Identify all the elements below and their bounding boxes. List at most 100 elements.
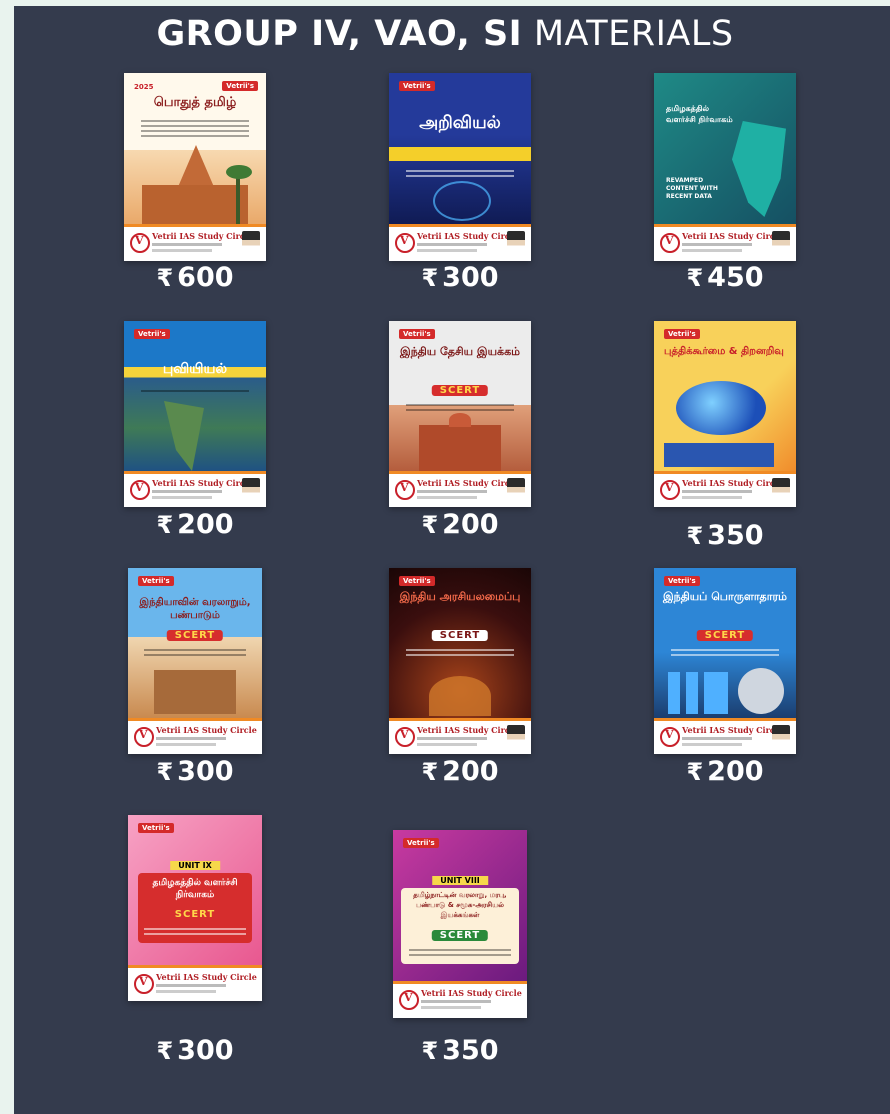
brand-badge: Vetrii's	[138, 576, 174, 586]
price-value: 300	[177, 756, 234, 787]
rupee-icon: ₹	[156, 758, 174, 786]
rupee-icon: ₹	[686, 264, 704, 292]
author-photo	[507, 231, 525, 258]
book-price: ₹350	[635, 520, 815, 551]
red-fort-illustration	[419, 425, 501, 473]
author-photo	[507, 477, 525, 504]
publisher-logo-icon	[134, 726, 154, 747]
bar-graph-illustration	[668, 672, 728, 714]
title-light: MATERIALS	[533, 14, 734, 54]
publisher-logo-icon	[395, 479, 415, 500]
book-title: இந்திய அரசியலமைப்பு	[399, 590, 521, 603]
india-map	[164, 401, 204, 471]
rupee-icon: ₹	[421, 511, 439, 539]
publisher-name: Vetrii IAS Study Circle	[152, 231, 253, 242]
book-cover-indhiya-thesiya-iyakkam[interactable]: Vetrii's இந்திய தேசிய இயக்கம் SCERT Vetr…	[389, 321, 531, 507]
unit-label: UNIT IX	[170, 861, 220, 870]
book-price: ₹200	[370, 756, 550, 787]
scert-tag: SCERT	[696, 630, 754, 641]
book-cover-puthikoormai[interactable]: Vetrii's புத்திக்கூர்மை & திறனறிவு Vetri…	[654, 321, 796, 507]
brand-badge: Vetrii's	[399, 576, 435, 586]
rupee-icon: ₹	[686, 522, 704, 550]
book-title: புவியியல்	[162, 361, 228, 377]
book-cover-ariviyal[interactable]: Vetrii's அறிவியல் Vetrii IAS Study Circl…	[389, 73, 531, 261]
brand-badge: Vetrii's	[403, 838, 439, 848]
brand-badge: Vetrii's	[664, 329, 700, 339]
publisher-logo-icon	[399, 990, 419, 1011]
book-cover-unit-viii[interactable]: Vetrii's UNIT VIII தமிழ்நாட்டின் வரலாறு,…	[393, 830, 527, 1018]
publisher-logo-icon	[660, 233, 680, 254]
tamilnadu-map	[732, 121, 786, 217]
author-photo	[242, 477, 260, 504]
book-title: தமிழ்நாட்டின் வரலாறு, மரபு, பண்பாடு & சம…	[413, 891, 507, 919]
author-photo	[242, 231, 260, 258]
brand-badge: Vetrii's	[664, 576, 700, 586]
book-cover-arasiyalamaippu[interactable]: Vetrii's இந்திய அரசியலமைப்பு SCERT Vetri…	[389, 568, 531, 754]
price-value: 450	[707, 262, 764, 293]
book-cover-puviyiyal[interactable]: Vetrii's புவியியல் Vetrii IAS Study Circ…	[124, 321, 266, 507]
book-cover-podhu-tamil[interactable]: Vetrii's 2025 பொதுத் தமிழ் Vetrii IAS St…	[124, 73, 266, 261]
price-value: 200	[442, 509, 499, 540]
brand-badge: Vetrii's	[222, 81, 258, 91]
coin-icon	[738, 668, 784, 714]
book-title: இந்தியாவின் வரலாறும், பண்பாடும்	[139, 597, 251, 621]
book-price: ₹300	[105, 756, 285, 787]
book-cover-unit-ix[interactable]: Vetrii's UNIT IX தமிழகத்தில் வளர்ச்சி நி…	[128, 815, 262, 1001]
price-value: 300	[442, 262, 499, 293]
book-title: அறிவியல்	[419, 113, 501, 133]
book-price: ₹300	[370, 262, 550, 293]
scert-tag: SCERT	[431, 385, 489, 396]
publisher-name: Vetrii IAS Study Circle	[682, 231, 783, 242]
publisher-name: Vetrii IAS Study Circle	[417, 724, 518, 735]
brand-badge: Vetrii's	[399, 329, 435, 339]
brand-badge: Vetrii's	[138, 823, 174, 833]
book-cover-porulaatharam[interactable]: Vetrii's இந்தியப் பொருளாதாரம் SCERT Vetr…	[654, 568, 796, 754]
rupee-icon: ₹	[156, 511, 174, 539]
brand-badge: Vetrii's	[134, 329, 170, 339]
publisher-name: Vetrii IAS Study Circle	[417, 477, 518, 488]
author-photo	[772, 724, 790, 751]
author-photo	[772, 231, 790, 258]
rupee-icon: ₹	[421, 264, 439, 292]
publisher-logo-icon	[130, 233, 150, 254]
book-year: 2025	[134, 83, 154, 91]
publisher-name: Vetrii IAS Study Circle	[682, 724, 783, 735]
rupee-icon: ₹	[421, 1037, 439, 1065]
page-title: GROUP IV, VAO, SI MATERIALS	[0, 14, 890, 54]
book-price: ₹300	[105, 1035, 285, 1066]
author-photo	[772, 477, 790, 504]
publisher-logo-icon	[660, 479, 680, 500]
science-icon	[433, 181, 491, 221]
price-value: 350	[442, 1035, 499, 1066]
book-price: ₹450	[635, 262, 815, 293]
scert-tag: SCERT	[166, 630, 224, 641]
hampi-temple-illustration	[154, 670, 236, 714]
rupee-icon: ₹	[156, 264, 174, 292]
book-title: பொதுத் தமிழ்	[153, 95, 237, 110]
price-value: 350	[707, 520, 764, 551]
publisher-name: Vetrii IAS Study Circle	[421, 988, 522, 999]
book-price: ₹200	[105, 509, 285, 540]
book-title: தமிழகத்தில் வளர்ச்சி நிர்வாகம்	[152, 878, 238, 900]
book-price: ₹200	[370, 509, 550, 540]
publisher-logo-icon	[660, 726, 680, 747]
publisher-logo-icon	[395, 726, 415, 747]
price-value: 300	[177, 1035, 234, 1066]
price-value: 200	[442, 756, 499, 787]
unit-label: UNIT VIII	[432, 876, 488, 885]
price-value: 200	[707, 756, 764, 787]
book-price: ₹200	[635, 756, 815, 787]
title-bold: GROUP IV, VAO, SI	[156, 14, 523, 54]
price-value: 200	[177, 509, 234, 540]
book-cover-indhiya-varalaru[interactable]: Vetrii's இந்தியாவின் வரலாறும், பண்பாடும்…	[128, 568, 262, 754]
rupee-icon: ₹	[156, 1037, 174, 1065]
book-title: தமிழகத்தில் வளர்ச்சி நிர்வாகம்	[666, 104, 733, 124]
book-title: புத்திக்கூர்மை & திறனறிவு	[664, 346, 784, 357]
publisher-logo-icon	[395, 233, 415, 254]
rupee-icon: ₹	[421, 758, 439, 786]
publisher-logo-icon	[134, 973, 154, 994]
scert-tag: SCERT	[431, 930, 489, 941]
book-price: ₹600	[105, 262, 285, 293]
parliament-illustration	[429, 676, 491, 716]
book-cover-valarchi-nirvagam[interactable]: தமிழகத்தில் வளர்ச்சி நிர்வாகம் REVAMPED …	[654, 73, 796, 261]
